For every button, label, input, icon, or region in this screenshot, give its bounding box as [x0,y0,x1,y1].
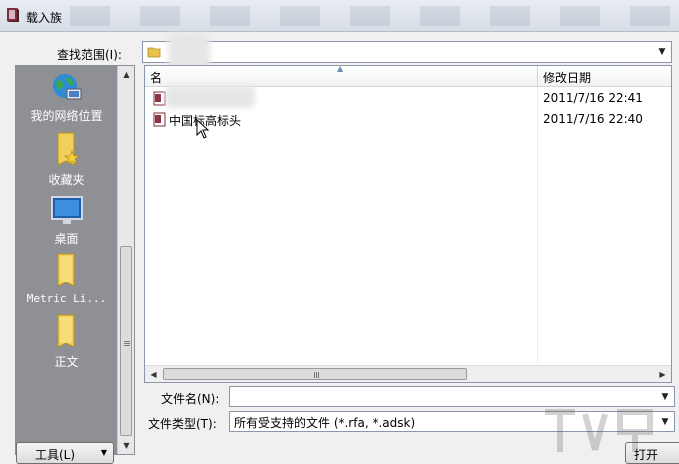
favorites-folder-icon [57,132,80,166]
file-type-value: 所有受支持的文件 (*.rfa, *.adsk) [234,416,416,430]
sort-ascending-icon: ▲ [337,64,344,73]
look-in-combo[interactable]: ▼ [142,41,672,63]
window-title: 载入族 [26,11,63,25]
table-row[interactable]: 中国标高标头 2011/7/16 22:40 [145,109,671,130]
scroll-left-icon[interactable]: ◀ [145,366,162,383]
file-list-header: 名 ▲ 修改日期 [145,64,671,87]
network-globe-icon [52,74,81,100]
place-desktop[interactable]: 桌面 [16,194,117,247]
scroll-right-icon[interactable]: ▶ [654,366,671,383]
place-metric-library[interactable]: Metric Li... [16,252,117,305]
place-label: 收藏夹 [48,173,85,187]
column-divider[interactable] [537,66,538,87]
scroll-up-icon[interactable]: ▲ [118,66,135,83]
place-label: 我的网络位置 [30,109,103,123]
column-header-name[interactable]: 名 [150,69,162,86]
places-bar: 我的网络位置 收藏夹 桌面 Metric Li... 正文 ▲ ▼ [15,65,135,455]
place-label: 正文 [54,355,79,369]
watermark-logo-icon [545,409,653,452]
title-bar-ghost [70,6,670,26]
folder-icon [57,314,74,348]
scroll-thumb[interactable] [120,246,132,436]
tools-button[interactable]: 工具(L) ▼ [16,442,114,464]
title-bar: 载入族 [0,0,679,32]
place-label: 桌面 [54,232,79,246]
column-header-date[interactable]: 修改日期 [543,69,591,86]
place-label: Metric Li... [26,292,107,305]
dialog-body: 查找范围(I): ▼ 我的网络位置 收藏夹 桌面 Metric Li... 正文… [0,32,679,464]
horizontal-scrollbar[interactable]: ◀ ▶ [145,365,671,382]
revit-family-icon [7,8,19,22]
obscured-region [165,86,255,108]
file-date: 2011/7/16 22:41 [543,91,643,105]
scroll-down-icon[interactable]: ▼ [118,437,135,454]
file-list[interactable]: 名 ▲ 修改日期 2011/7/16 22:41 中国标高标头 2011/7/1… [144,64,672,383]
look-in-label: 查找范围(I): [57,48,122,62]
places-list: 我的网络位置 收藏夹 桌面 Metric Li... 正文 [16,66,117,454]
file-name-label: 文件名(N): [161,392,220,406]
places-scrollbar[interactable]: ▲ ▼ [117,66,134,454]
place-favorites[interactable]: 收藏夹 [16,131,117,188]
place-network[interactable]: 我的网络位置 [16,71,117,124]
chevron-down-icon: ▼ [100,448,107,457]
mouse-pointer-icon [196,119,210,139]
scroll-thumb[interactable] [163,368,467,380]
folder-icon [147,47,161,58]
place-zhengwen[interactable]: 正文 [16,313,117,370]
desktop-icon [50,196,83,224]
file-type-label: 文件类型(T): [148,417,217,431]
chevron-down-icon[interactable]: ▼ [653,42,671,62]
revit-family-file-icon [153,112,166,127]
file-date: 2011/7/16 22:40 [543,112,643,126]
tools-button-label: 工具(L) [35,448,76,462]
folder-icon [57,253,74,287]
